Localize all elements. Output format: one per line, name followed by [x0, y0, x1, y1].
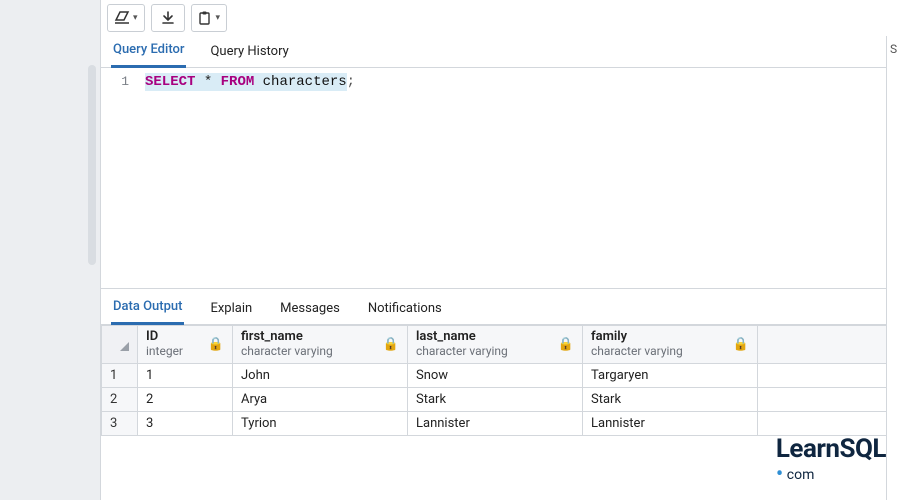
lock-icon: 🔒 [208, 337, 224, 352]
col-name: ID [146, 330, 183, 345]
code-area[interactable]: SELECT * FROM characters; [139, 68, 363, 288]
editor-tabs: Query Editor Query History [101, 34, 900, 68]
cell-id[interactable]: 2 [138, 387, 233, 411]
clipboard-icon [198, 11, 213, 25]
cell-first-name[interactable]: John [233, 363, 408, 387]
app-frame: ▾ ▾ Query Editor Query History [0, 0, 900, 500]
results-panel: Data Output Explain Messages Notificatio… [101, 288, 900, 436]
right-panel-edge[interactable]: S [886, 36, 900, 500]
results-table: ID integer 🔒 first_name character varyi [101, 325, 900, 436]
column-header-first-name[interactable]: first_name character varying 🔒 [233, 326, 408, 364]
col-type: character varying [416, 345, 508, 359]
cell-first-name[interactable]: Tyrion [233, 411, 408, 435]
cell-id[interactable]: 3 [138, 411, 233, 435]
left-splitter[interactable] [88, 65, 96, 265]
col-name: last_name [416, 330, 508, 345]
line-number: 1 [101, 74, 129, 89]
cell-family[interactable]: Lannister [583, 411, 758, 435]
kw-select: SELECT [145, 74, 195, 90]
lock-icon: 🔒 [558, 337, 574, 352]
cell-blank [758, 411, 900, 435]
punct-semicolon: ; [347, 74, 355, 90]
row-number-header[interactable] [102, 326, 138, 364]
row-number: 3 [102, 411, 138, 435]
column-header-blank [758, 326, 900, 364]
column-header-last-name[interactable]: last_name character varying 🔒 [408, 326, 583, 364]
column-header-id[interactable]: ID integer 🔒 [138, 326, 233, 364]
cell-last-name[interactable]: Stark [408, 387, 583, 411]
tab-query-editor[interactable]: Query Editor [111, 42, 186, 68]
kw-from: FROM [221, 74, 255, 90]
col-type: character varying [241, 345, 333, 359]
sql-editor[interactable]: 1 SELECT * FROM characters; [101, 68, 900, 288]
code-line: SELECT * FROM characters [145, 73, 347, 91]
ident-table: characters [263, 74, 347, 90]
tab-data-output[interactable]: Data Output [111, 299, 184, 325]
toolbar: ▾ ▾ [101, 0, 900, 34]
cell-first-name[interactable]: Arya [233, 387, 408, 411]
cell-family[interactable]: Targaryen [583, 363, 758, 387]
col-type: integer [146, 345, 183, 359]
lock-icon: 🔒 [733, 337, 749, 352]
line-number-gutter: 1 [101, 68, 139, 288]
col-name: first_name [241, 330, 333, 345]
tab-explain[interactable]: Explain [208, 301, 254, 324]
tab-notifications[interactable]: Notifications [366, 301, 444, 324]
row-number: 2 [102, 387, 138, 411]
column-header-family[interactable]: family character varying 🔒 [583, 326, 758, 364]
chevron-down-icon: ▾ [133, 13, 138, 23]
main-panel: ▾ ▾ Query Editor Query History [100, 0, 900, 500]
right-edge-label: S [890, 42, 897, 500]
tab-query-history[interactable]: Query History [208, 44, 290, 67]
op-star: * [204, 74, 212, 90]
download-button[interactable] [151, 4, 185, 32]
table-row[interactable]: 1 1 John Snow Targaryen [102, 363, 900, 387]
result-tabs: Data Output Explain Messages Notificatio… [101, 289, 900, 325]
cell-family[interactable]: Stark [583, 387, 758, 411]
erase-button[interactable]: ▾ [107, 4, 145, 32]
cell-id[interactable]: 1 [138, 363, 233, 387]
table-row[interactable]: 3 3 Tyrion Lannister Lannister [102, 411, 900, 435]
select-all-icon [120, 342, 129, 351]
paste-button[interactable]: ▾ [191, 4, 228, 32]
lock-icon: 🔒 [383, 337, 399, 352]
tab-messages[interactable]: Messages [278, 301, 342, 324]
cell-last-name[interactable]: Snow [408, 363, 583, 387]
table-row[interactable]: 2 2 Arya Stark Stark [102, 387, 900, 411]
col-name: family [591, 330, 683, 345]
eraser-icon [114, 11, 130, 25]
cell-blank [758, 363, 900, 387]
col-type: character varying [591, 345, 683, 359]
cell-last-name[interactable]: Lannister [408, 411, 583, 435]
download-icon [161, 11, 175, 25]
chevron-down-icon: ▾ [216, 13, 221, 23]
row-number: 1 [102, 363, 138, 387]
cell-blank [758, 387, 900, 411]
